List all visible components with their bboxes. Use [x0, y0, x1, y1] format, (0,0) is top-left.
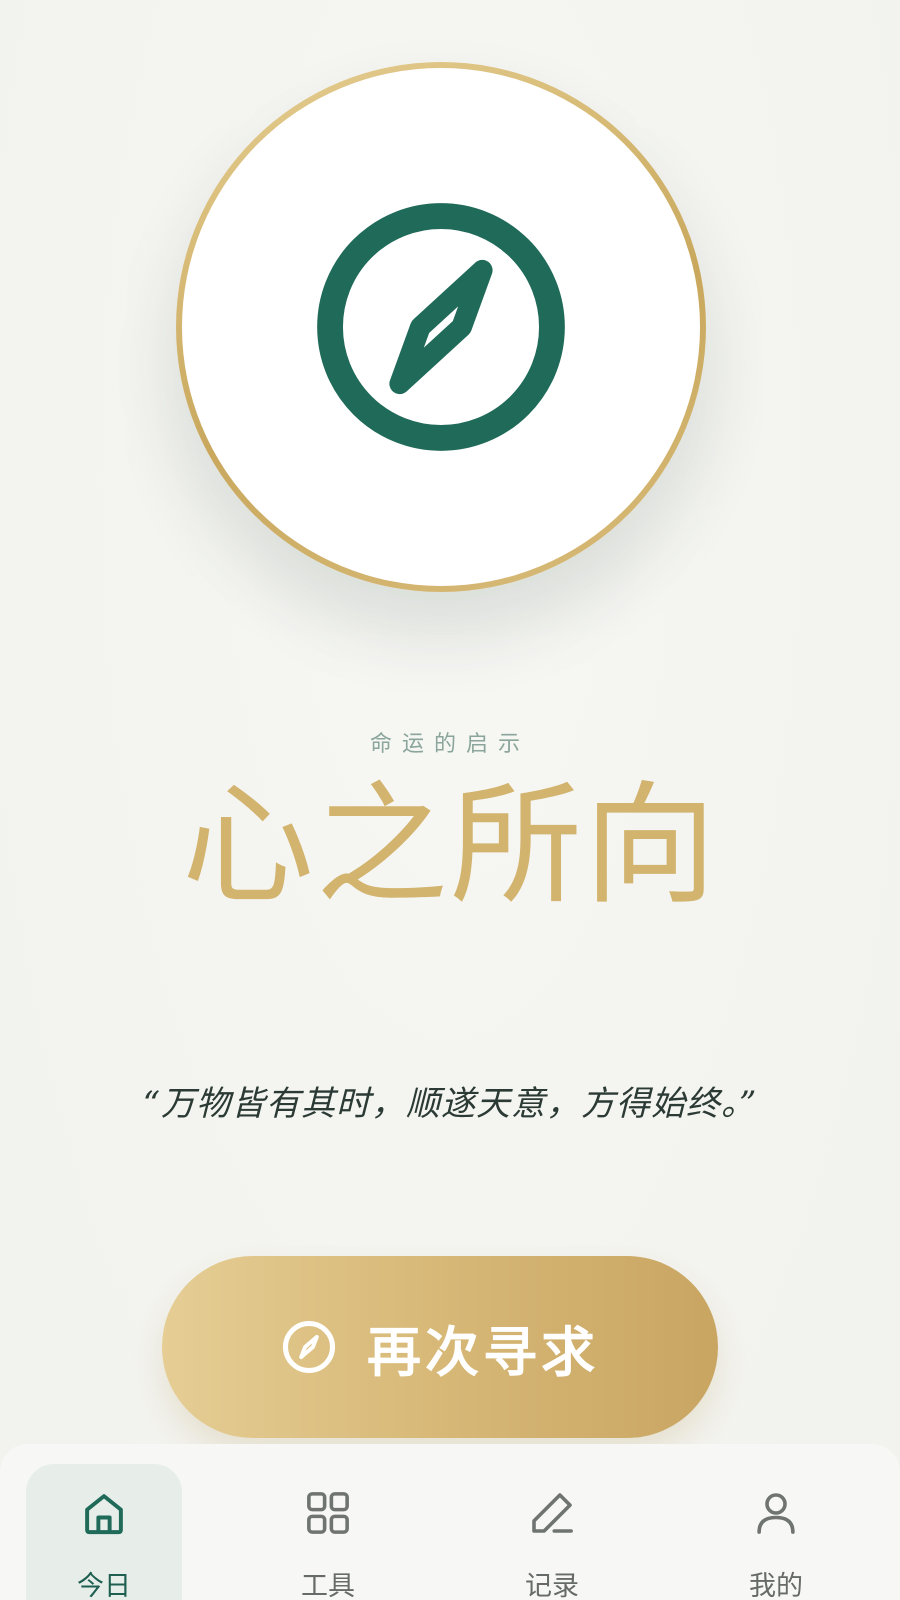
home-icon: [85, 1494, 123, 1535]
compass-icon: [317, 203, 565, 451]
tab-mine[interactable]: 我的: [698, 1464, 854, 1600]
seek-again-label: 再次寻求: [367, 1320, 599, 1384]
user-icon: [757, 1493, 795, 1534]
pen-icon: [532, 1493, 573, 1533]
page-title: 心之所向: [182, 769, 718, 923]
hero-compass-inner: [182, 68, 700, 586]
hero-compass-circle: [176, 62, 706, 592]
tab-tools[interactable]: 工具: [250, 1464, 406, 1600]
seek-again-button[interactable]: 再次寻求: [162, 1256, 718, 1438]
tab-records-label: 记录: [525, 1571, 579, 1600]
grid-icon: [307, 1492, 349, 1534]
tab-today-label: 今日: [77, 1571, 131, 1600]
tab-today[interactable]: 今日: [26, 1464, 182, 1600]
screen: 命运的启示 心之所向 “万物皆有其时，顺遂天意，方得始终。” 再次寻求 今日 工…: [0, 0, 900, 1600]
bottom-tab-bar: 今日 工具 记录 我的: [0, 1444, 900, 1600]
tab-records[interactable]: 记录: [474, 1464, 630, 1600]
tab-mine-label: 我的: [749, 1571, 803, 1600]
tab-tools-label: 工具: [301, 1571, 355, 1600]
subtitle: 命运的启示: [369, 732, 530, 757]
compass-icon: [282, 1320, 336, 1374]
quote-text: “万物皆有其时，顺遂天意，方得始终。”: [142, 1084, 758, 1124]
